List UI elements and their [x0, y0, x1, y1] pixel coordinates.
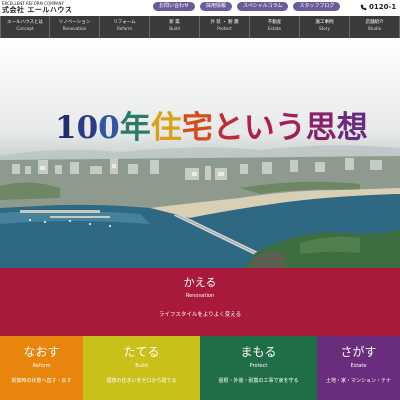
nav-sublabel: Renovation	[62, 26, 87, 31]
phone-number-text: 0120-1	[369, 3, 397, 11]
service-reform[interactable]: なおす Reform 新築時の状態へ直す・戻す	[0, 336, 83, 400]
nav-sublabel: Reform	[116, 26, 133, 31]
nav-label: リフォーム	[113, 20, 136, 25]
main-nav: エールハウスとは Concept リノベーション Renovation リフォーム R…	[0, 16, 400, 38]
nav-sublabel: Studio	[367, 26, 382, 31]
nav-label: エールハウスとは	[7, 20, 43, 25]
hero-title-char: 想	[336, 110, 368, 146]
nav-item-story[interactable]: 施工事例 Story	[300, 16, 350, 38]
hero-title-char: う	[274, 110, 306, 146]
hero-title-char: い	[243, 110, 275, 146]
nav-item-protect[interactable]: 外 装 ・ 耐 震 Protect	[200, 16, 250, 38]
hero-title-char: と	[212, 110, 244, 146]
nav-label: 新 築	[169, 20, 180, 25]
phone-number[interactable]: 0120-1	[360, 1, 396, 13]
service-columns: なおす Reform 新築時の状態へ直す・戻す たてる Build 理想の住まい…	[0, 336, 400, 400]
nav-label: 外 装 ・ 耐 震	[210, 20, 239, 25]
service-title: さがす	[340, 345, 377, 359]
hero-image: 100年住宅という思想	[0, 38, 400, 268]
hero-title-char: 年	[119, 110, 151, 146]
nav-sublabel: Build	[169, 26, 180, 31]
service-description: 理想の住まいをゼロから建てる	[106, 378, 177, 384]
nav-item-build[interactable]: 新 築 Build	[150, 16, 200, 38]
service-subtitle: Reform	[32, 363, 51, 369]
coastal-city-photo	[0, 145, 400, 268]
renovation-subtitle: Renovation	[185, 293, 215, 299]
hero-title-char: 1	[55, 110, 77, 146]
nav-item-renovation[interactable]: リノベーション Renovation	[50, 16, 100, 38]
service-title: なおす	[23, 345, 60, 359]
service-description: 屋根・外装・耐震の工事で家を守る	[218, 378, 299, 384]
hero-title: 100年住宅という思想	[55, 110, 368, 146]
hero-title-char: 住	[150, 110, 182, 146]
nav-item-reform[interactable]: リフォーム Reform	[100, 16, 150, 38]
service-subtitle: Build	[135, 363, 148, 369]
hero-title-char: 0	[98, 110, 120, 146]
nav-sublabel: Estate	[267, 26, 282, 31]
service-subtitle: Protect	[249, 363, 268, 369]
nav-label: 不動産	[267, 20, 282, 25]
nav-sublabel: Protect	[217, 26, 232, 31]
service-estate[interactable]: さがす Estate 土地・家・マンション・テナ	[317, 336, 400, 400]
service-protect[interactable]: まもる Protect 屋根・外装・耐震の工事で家を守る	[200, 336, 317, 400]
nav-label: 店舗紹介	[365, 20, 384, 25]
service-build[interactable]: たてる Build 理想の住まいをゼロから建てる	[83, 336, 200, 400]
hero-title-char: 宅	[181, 110, 213, 146]
nav-label: 施工事例	[315, 20, 334, 25]
phone-icon	[360, 4, 367, 10]
service-title: まもる	[240, 345, 277, 359]
company-name: 式会社 エールハウス	[2, 6, 73, 14]
hero-title-char: 0	[76, 110, 99, 146]
nav-item-studio[interactable]: 店舗紹介 Studio	[350, 16, 400, 38]
renovation-banner[interactable]: かえる Renovation ライフスタイルをよりよく変える	[0, 268, 400, 336]
nav-sublabel: Concept	[16, 26, 34, 31]
recruit-link[interactable]: 採用情報	[200, 2, 233, 11]
company-logo[interactable]: EXCELLENT REFORM COMPANY 式会社 エールハウス	[2, 1, 122, 14]
contact-link[interactable]: お問い合わせ	[153, 2, 196, 11]
top-header: EXCELLENT REFORM COMPANY 式会社 エールハウス お問い合…	[0, 0, 400, 14]
staff-blog-link[interactable]: スタッフブログ	[293, 2, 341, 11]
service-subtitle: Estate	[350, 363, 367, 369]
nav-item-concept[interactable]: エールハウスとは Concept	[0, 16, 50, 38]
hero-title-char: 思	[305, 110, 337, 146]
renovation-title: かえる	[183, 276, 217, 289]
renovation-description: ライフスタイルをよりよく変える	[158, 312, 242, 318]
service-description: 新築時の状態へ直す・戻す	[11, 378, 72, 384]
service-title: たてる	[123, 345, 160, 359]
nav-item-estate[interactable]: 不動産 Estate	[250, 16, 300, 38]
nav-label: リノベーション	[58, 20, 91, 25]
service-description: 土地・家・マンション・テナ	[325, 378, 391, 384]
nav-sublabel: Story	[318, 26, 331, 31]
top-links: お問い合わせ 採用情報 スペシャルコラム スタッフブログ	[153, 2, 341, 12]
column-link[interactable]: スペシャルコラム	[237, 2, 289, 11]
